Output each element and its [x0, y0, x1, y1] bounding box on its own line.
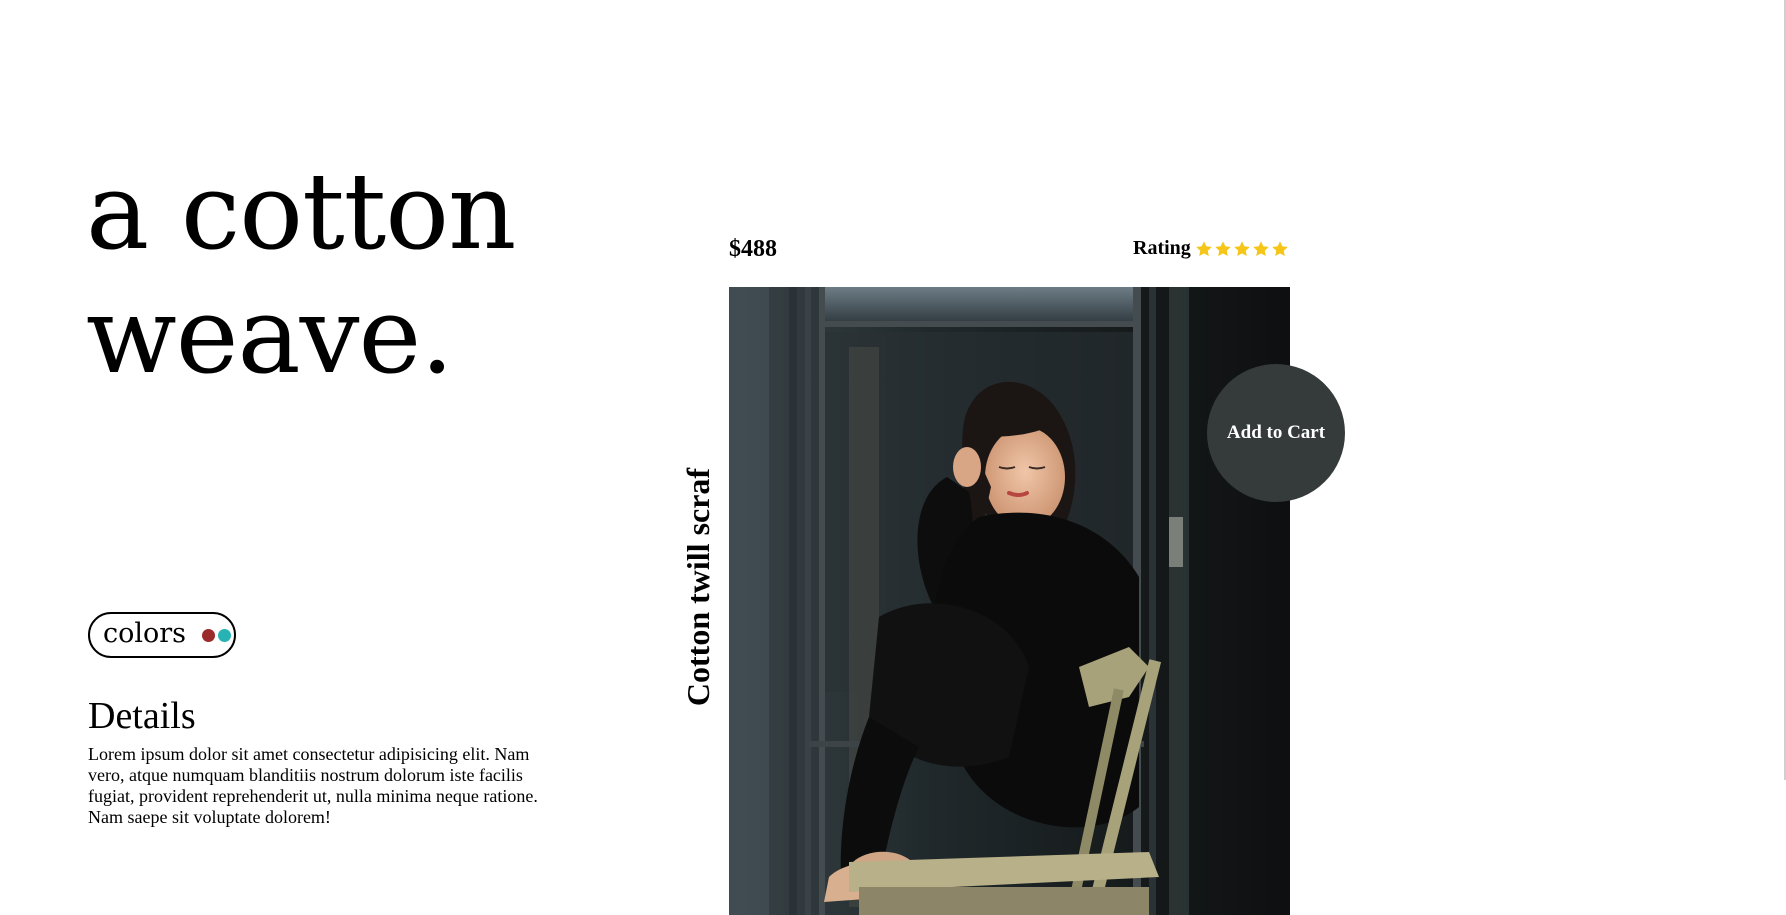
- hero-title-line-1: a cotton: [86, 150, 516, 273]
- rating-stars: [1195, 240, 1289, 258]
- colors-label: colors: [103, 618, 187, 649]
- product-page: a cotton weave. colors Details Lorem ips…: [0, 0, 1786, 915]
- product-price: $488: [729, 236, 777, 262]
- details-heading: Details: [88, 695, 196, 737]
- color-swatches: [202, 628, 232, 642]
- star-icon: [1195, 240, 1213, 258]
- product-photo: [729, 287, 1290, 915]
- add-to-cart-button[interactable]: Add to Cart: [1207, 364, 1345, 502]
- color-swatch-red[interactable]: [202, 628, 216, 642]
- hero-title-line-2: weave.: [86, 274, 454, 397]
- hero-title: a cotton weave.: [86, 150, 516, 398]
- star-icon: [1271, 240, 1289, 258]
- color-selector[interactable]: colors: [88, 612, 236, 658]
- star-icon: [1214, 240, 1232, 258]
- star-icon: [1233, 240, 1251, 258]
- details-description: Lorem ipsum dolor sit amet consectetur a…: [88, 744, 538, 827]
- color-swatch-teal[interactable]: [218, 628, 232, 642]
- rating-label: Rating: [1133, 237, 1191, 259]
- product-rating: Rating: [1133, 237, 1289, 260]
- product-name: Cotton twill scraf: [680, 467, 716, 707]
- star-icon: [1252, 240, 1270, 258]
